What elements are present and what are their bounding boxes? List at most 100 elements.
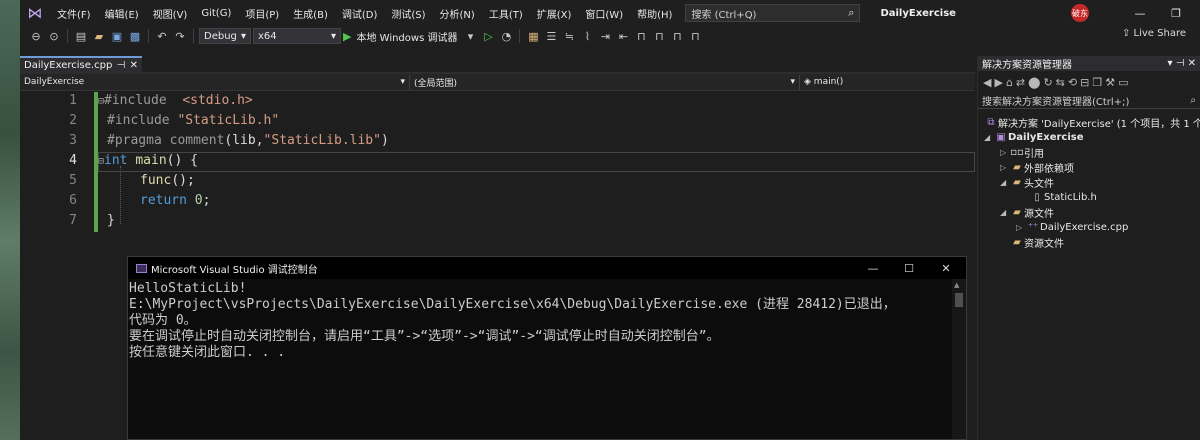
search-input[interactable]: 搜索 (Ctrl+Q) ⌕: [685, 4, 861, 22]
collapsed-arrow-icon[interactable]: ▷: [1000, 148, 1010, 157]
configuration-dropdown[interactable]: Debug ▾: [199, 28, 251, 44]
scroll-up-icon[interactable]: ▲: [954, 281, 959, 289]
menu-project[interactable]: 项目(P): [238, 6, 286, 21]
user-avatar[interactable]: 破东: [1071, 4, 1089, 22]
folder-icon: ▰: [1013, 162, 1021, 173]
chevron-down-icon[interactable]: ▾: [1167, 58, 1172, 69]
chevron-down-icon[interactable]: ▾: [462, 28, 478, 44]
tree-item-source-files[interactable]: ◢ ▰ 源文件: [1000, 205, 1054, 220]
restore-icon[interactable]: ❐: [1158, 0, 1194, 26]
toolbar-separator: [148, 29, 149, 43]
back-icon[interactable]: ◀: [983, 76, 991, 89]
scrollbar-thumb[interactable]: [955, 293, 963, 307]
sync-icon[interactable]: ⇆: [1056, 76, 1065, 89]
expanded-arrow-icon[interactable]: ◢: [984, 133, 994, 142]
open-folder-icon[interactable]: ▰: [91, 28, 107, 44]
refresh-icon[interactable]: ⟲: [1068, 76, 1077, 89]
solution-search-input[interactable]: 搜索解决方案资源管理器(Ctrl+;) ⌕: [978, 93, 1200, 109]
bookmark-next-icon[interactable]: ⊓: [669, 28, 685, 44]
show-all-files-icon[interactable]: ❐: [1092, 76, 1102, 89]
forward-icon[interactable]: ▶: [994, 76, 1002, 89]
console-title-bar[interactable]: Microsoft Visual Studio 调试控制台: [128, 257, 966, 279]
save-icon[interactable]: ▣: [109, 28, 125, 44]
switch-views-icon[interactable]: ⇄: [1016, 76, 1025, 89]
collapse-all-icon[interactable]: ⊟: [1080, 76, 1089, 89]
menu-extensions[interactable]: 扩展(X): [530, 6, 579, 21]
close-icon[interactable]: ✕: [1188, 58, 1196, 69]
menu-tools[interactable]: 工具(T): [482, 6, 530, 21]
menu-edit[interactable]: 编辑(E): [98, 6, 146, 21]
tree-item-header-files[interactable]: ◢ ▰ 头文件: [1000, 175, 1054, 190]
tree-item-project[interactable]: ◢ ▣ DailyExercise: [984, 130, 1084, 145]
home-icon[interactable]: ⌂: [1006, 76, 1013, 89]
solution-title: DailyExercise: [880, 7, 956, 19]
outdent-icon[interactable]: ⇤: [615, 28, 631, 44]
save-all-icon[interactable]: ▩: [127, 28, 143, 44]
start-debugging-icon[interactable]: ▶: [343, 30, 351, 43]
history-icon[interactable]: ↻: [1043, 76, 1052, 89]
cpp-file-icon: ⁺⁺: [1027, 222, 1039, 233]
tree-item-header-file[interactable]: ▯ StaticLib.h: [1030, 190, 1097, 205]
console-output[interactable]: HelloStaticLib! E:\MyProject\vsProjects\…: [128, 279, 952, 439]
scope-dropdown[interactable]: (全局范围) ▾: [410, 74, 800, 90]
close-icon[interactable]: ✕: [931, 257, 961, 279]
menu-view[interactable]: 视图(V): [146, 6, 195, 21]
tree-item-label: 资源文件: [1024, 239, 1064, 250]
redo-icon[interactable]: ↷: [172, 28, 188, 44]
menu-debug[interactable]: 调试(D): [335, 6, 385, 21]
document-tab[interactable]: DailyExercise.cpp ⊣ ✕: [20, 56, 142, 72]
properties-wrench-icon[interactable]: ⚒: [1105, 76, 1115, 89]
visual-studio-logo-icon[interactable]: ⋈: [20, 4, 50, 22]
comment-icon[interactable]: ⌇: [579, 28, 595, 44]
project-dropdown[interactable]: DailyExercise ▾: [20, 74, 410, 90]
solution-icon: ⧉: [987, 117, 995, 128]
bookmark-prev-icon[interactable]: ⊓: [651, 28, 667, 44]
code-line-5: func();: [140, 173, 195, 188]
minimize-icon[interactable]: —: [858, 257, 888, 279]
console-scrollbar[interactable]: ▲: [952, 279, 966, 439]
minimize-icon[interactable]: —: [1122, 0, 1158, 26]
tree-item-references[interactable]: ▷ ▫▫ 引用: [1000, 145, 1044, 160]
pin-icon[interactable]: ⊣: [1176, 58, 1185, 69]
menu-build[interactable]: 生成(B): [286, 6, 335, 21]
new-project-icon[interactable]: ▤: [73, 28, 89, 44]
tree-item-source-file[interactable]: ▷ ⁺⁺ DailyExercise.cpp: [1016, 220, 1128, 235]
menu-help[interactable]: 帮助(H): [630, 6, 679, 21]
menu-file[interactable]: 文件(F): [50, 6, 98, 21]
format-icon[interactable]: ≒: [561, 28, 577, 44]
tree-item-solution[interactable]: ⧉ 解决方案 'DailyExercise' (1 个项目，共 1 个): [984, 115, 1200, 130]
start-without-debugging-icon[interactable]: ▷: [480, 28, 496, 44]
close-icon[interactable]: ✕: [130, 60, 138, 71]
menu-test[interactable]: 测试(S): [384, 6, 432, 21]
solution-explorer-icon[interactable]: ▦: [525, 28, 541, 44]
menu-window[interactable]: 窗口(W): [578, 6, 630, 21]
tree-item-resource-files[interactable]: ▰ 资源文件: [1010, 235, 1064, 250]
pin-icon[interactable]: ⊣: [117, 60, 126, 71]
debug-console-window[interactable]: Microsoft Visual Studio 调试控制台 — ☐ ✕ Hell…: [127, 256, 967, 440]
live-share-button[interactable]: ⇪ Live Share: [1122, 28, 1186, 39]
expanded-arrow-icon[interactable]: ◢: [1000, 178, 1010, 187]
pending-changes-icon[interactable]: ⬤: [1028, 76, 1040, 89]
collapsed-arrow-icon[interactable]: ▷: [1016, 223, 1026, 232]
bookmark-clear-icon[interactable]: ⊓: [687, 28, 703, 44]
tree-item-label: StaticLib.h: [1044, 192, 1097, 203]
properties-icon[interactable]: ☰: [543, 28, 559, 44]
debugger-run-button[interactable]: 本地 Windows 调试器: [356, 29, 457, 44]
navigate-forward-icon[interactable]: ⊙: [46, 28, 62, 44]
tree-item-external-dependencies[interactable]: ▷ ▰ 外部依赖项: [1000, 160, 1074, 175]
toolbar-separator: [193, 29, 194, 43]
expanded-arrow-icon[interactable]: ◢: [1000, 208, 1010, 217]
preview-icon[interactable]: ▭: [1118, 76, 1128, 89]
indent-icon[interactable]: ⇥: [597, 28, 613, 44]
bookmark-icon[interactable]: ⊓: [633, 28, 649, 44]
collapsed-arrow-icon[interactable]: ▷: [1000, 163, 1010, 172]
solution-explorer-title-bar[interactable]: 解决方案资源管理器 ▾ ⊣ ✕: [978, 56, 1200, 71]
maximize-icon[interactable]: ☐: [894, 257, 924, 279]
menu-analyze[interactable]: 分析(N): [433, 6, 482, 21]
hot-reload-icon[interactable]: ◔: [498, 28, 514, 44]
member-dropdown[interactable]: ◈ main(): [800, 75, 974, 90]
undo-icon[interactable]: ↶: [154, 28, 170, 44]
platform-dropdown[interactable]: x64 ▾: [253, 28, 341, 44]
menu-git[interactable]: Git(G): [194, 8, 238, 19]
navigate-back-icon[interactable]: ⊖: [28, 28, 44, 44]
